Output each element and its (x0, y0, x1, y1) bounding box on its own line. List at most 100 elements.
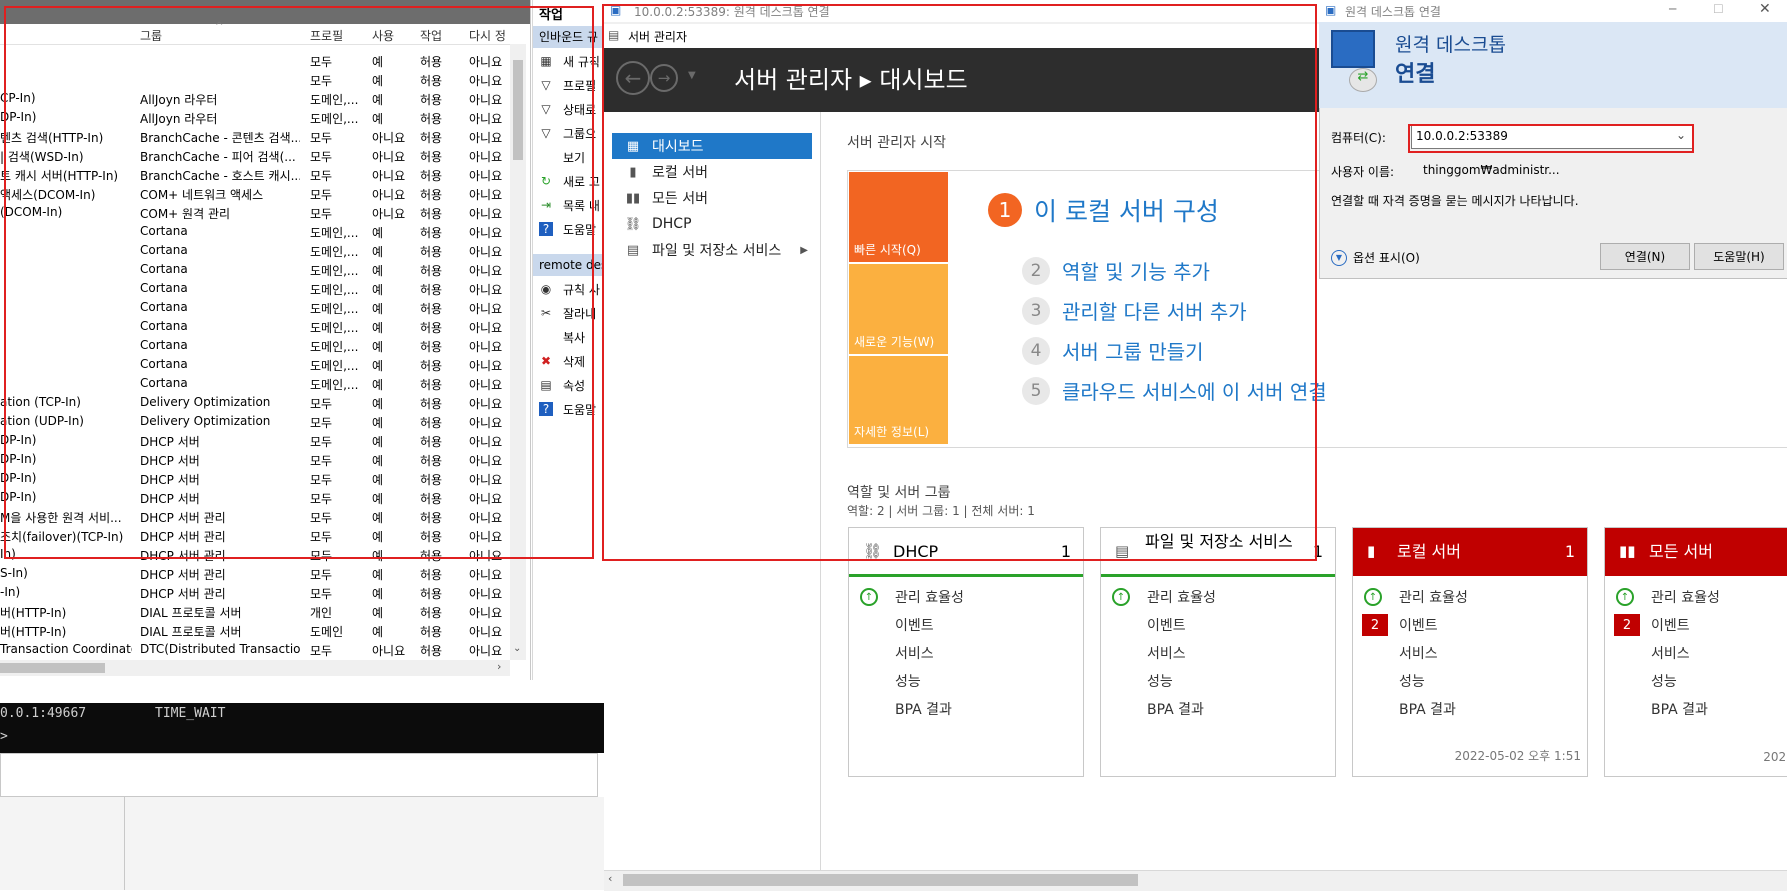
tile-row-item[interactable]: 성능 (1101, 668, 1335, 694)
action-item[interactable]: ? 도움말 (539, 398, 596, 420)
table-row[interactable]: Transaction Coordinato... DTC(Distributed… (0, 640, 520, 659)
sidebar-item-dashboard[interactable]: ▦ 대시보드 (612, 133, 812, 159)
table-row[interactable]: 버(HTTP-In) DIAL 프로토콜 서버 도메인 예 허용 아니요 (0, 621, 520, 640)
action-item[interactable]: ⇥ 목록 내 (539, 194, 600, 216)
whats-new-tab[interactable]: 새로운 기능(W) (849, 264, 948, 354)
remote-desktop-title-bar[interactable]: ▣ 10.0.0.2:53389: 원격 데스크톱 연결 (604, 0, 1319, 22)
table-row[interactable]: M을 사용한 원격 서비... DHCP 서버 관리 모두 예 허용 아니요 (0, 507, 520, 526)
computer-combobox[interactable]: 10.0.0.2:53389 ⌄ (1411, 125, 1693, 149)
scroll-left-icon[interactable]: ‹ (608, 872, 612, 885)
table-row[interactable]: ation (UDP-In) Delivery Optimization 모두 예 허용… (0, 412, 520, 431)
tile-row-item[interactable]: ↑ 관리 효율성 (1605, 584, 1787, 610)
tile-row-item[interactable]: 성능 (1353, 668, 1587, 694)
server-manager-title-bar[interactable]: ▤ 서버 관리자 (604, 24, 1319, 48)
tile-row-item[interactable]: 이벤트 (1101, 612, 1335, 638)
scroll-down-icon[interactable]: ⌄ (513, 643, 521, 654)
table-row[interactable]: 트 캐시 서버(HTTP-In) BranchCache - 호스트 캐시... 모… (0, 165, 520, 184)
actions-section-inbound[interactable]: 인바운드 규 (533, 26, 605, 48)
minimize-icon[interactable]: ─ (1669, 2, 1676, 16)
tile-row-item[interactable]: 서비스 (1605, 640, 1787, 666)
table-row[interactable]: 모두 예 허용 아니요 (0, 70, 520, 89)
server-manager-scroll-thumb[interactable] (623, 874, 1138, 886)
back-arrow-icon[interactable]: ← (616, 61, 650, 95)
table-row[interactable]: | 검색(WSD-In) BranchCache - 피어 검색(... 모두 아니요… (0, 146, 520, 165)
action-item[interactable]: ▽ 상태로 (539, 98, 596, 120)
learn-more-tab[interactable]: 자세한 정보(L) (849, 356, 948, 444)
table-row[interactable]: 버(HTTP-In) DIAL 프로토콜 서버 개인 예 허용 아니요 (0, 602, 520, 621)
role-tile[interactable]: ▮ 로컬 서버 1 ↑ 관리 효율성 2 이벤트 서비스 성능 BPA 결과 2022-05-02 … (1352, 527, 1588, 777)
show-options-toggle[interactable]: ▼ 옵션 표시(O) (1331, 249, 1420, 266)
table-row[interactable]: S-In) DHCP 서버 관리 모두 예 허용 아니요 (0, 564, 520, 583)
sidebar-item-dhcp[interactable]: ⛓ DHCP (612, 211, 812, 237)
table-row[interactable]: DP-In) DHCP 서버 모두 예 허용 아니요 (0, 469, 520, 488)
role-tile[interactable]: ▮▮ 모든 서버 ↑ 관리 효율성 2 이벤트서비스성능 BPA 결과 2022-05-02 (1604, 527, 1787, 777)
table-row[interactable]: Cortana 도메인,... 예 허용 아니요 (0, 222, 520, 241)
table-row[interactable]: DP-In) AllJoyn 라우터 도메인,... 예 허용 아니요 (0, 108, 520, 127)
firewall-vertical-scroll-thumb[interactable] (513, 60, 523, 160)
actions-section-rule[interactable]: remote des (533, 254, 605, 276)
firewall-horizontal-scroll-thumb[interactable] (0, 663, 105, 673)
tile-header[interactable]: ▤ 파일 및 저장소 서비스 1 (1101, 528, 1335, 577)
table-row[interactable]: ation (TCP-In) Delivery Optimization 모두 예 허용… (0, 393, 520, 412)
task-link[interactable]: 4 서버 그룹 만들기 (1022, 336, 1204, 365)
tile-row-item[interactable]: 서비스 (1353, 640, 1587, 666)
task-link[interactable]: 3 관리할 다른 서버 추가 (1022, 296, 1247, 325)
sidebar-item-local-server[interactable]: ▮ 로컬 서버 (612, 159, 812, 185)
table-row[interactable]: 액세스(DCOM-In) COM+ 네트워크 액세스 모두 아니요 허용 아니요 (0, 184, 520, 203)
table-row[interactable]: Cortana 도메인,... 예 허용 아니요 (0, 317, 520, 336)
table-row[interactable]: 모두 예 허용 아니요 (0, 51, 520, 70)
configure-local-server-link[interactable]: 1 이 로컬 서버 구성 (988, 192, 1219, 228)
tile-row-item[interactable]: BPA 결과 (849, 696, 1083, 722)
table-row[interactable]: DP-In) DHCP 서버 모두 예 허용 아니요 (0, 450, 520, 469)
tile-row-item[interactable]: BPA 결과 (1353, 696, 1587, 722)
action-item[interactable]: 보기 (539, 146, 585, 168)
role-tile[interactable]: ⛓ DHCP 1 ↑ 관리 효율성 이벤트 서비스 성능 BPA 결과 (848, 527, 1084, 777)
table-row[interactable]: 텐츠 검색(HTTP-In) BranchCache - 콘텐츠 검색... 모두 아… (0, 127, 520, 146)
action-item[interactable]: ◉ 규칙 사 (539, 278, 600, 300)
table-row[interactable]: (DCOM-In) COM+ 원격 관리 모두 아니요 허용 아니요 (0, 203, 520, 222)
tile-row-item[interactable]: 서비스 (849, 640, 1083, 666)
sidebar-item-all-servers[interactable]: ▮▮ 모든 서버 (612, 185, 812, 211)
tile-row-item[interactable]: 이벤트 (849, 612, 1083, 638)
column-profile[interactable]: 프로필 (310, 27, 343, 44)
tile-row-item[interactable]: 2 이벤트 (1353, 612, 1587, 638)
rdp-dialog-title-bar[interactable]: ▣ 원격 데스크톱 연결 ─ ☐ ✕ (1319, 0, 1787, 22)
tile-row-item[interactable]: BPA 결과 (1605, 696, 1787, 722)
close-icon[interactable]: ✕ (1759, 1, 1771, 17)
table-row[interactable]: -In) DHCP 서버 관리 모두 예 허용 아니요 (0, 583, 520, 602)
column-action[interactable]: 작업 (420, 27, 442, 44)
table-row[interactable]: Cortana 도메인,... 예 허용 아니요 (0, 260, 520, 279)
table-row[interactable]: 조치(failover)(TCP-In) DHCP 서버 관리 모두 예 허용 아니요 (0, 526, 520, 545)
tile-header[interactable]: ⛓ DHCP 1 (849, 528, 1083, 577)
role-tile[interactable]: ▤ 파일 및 저장소 서비스 1 ↑ 관리 효율성 이벤트 서비스 성능 BPA 결과 (1100, 527, 1336, 777)
task-link[interactable]: 2 역할 및 기능 추가 (1022, 256, 1210, 285)
connect-button[interactable]: 연결(N) (1600, 243, 1690, 270)
tile-header[interactable]: ▮ 로컬 서버 1 (1353, 528, 1587, 576)
forward-arrow-icon[interactable]: → (650, 64, 678, 92)
tile-row-item[interactable]: BPA 결과 (1101, 696, 1335, 722)
table-row[interactable]: DP-In) DHCP 서버 모두 예 허용 아니요 (0, 431, 520, 450)
table-row[interactable]: Cortana 도메인,... 예 허용 아니요 (0, 241, 520, 260)
action-item[interactable]: ↻ 새로 고 (539, 170, 600, 192)
tile-row-item[interactable]: ↑ 관리 효율성 (1353, 584, 1587, 610)
table-row[interactable]: In) DHCP 서버 관리 모두 예 허용 아니요 (0, 545, 520, 564)
tile-row-item[interactable]: ↑ 관리 효율성 (1101, 584, 1335, 610)
maximize-icon[interactable]: ☐ (1713, 2, 1724, 16)
history-dropdown-icon[interactable]: ▼ (688, 70, 696, 81)
tile-row-item[interactable]: 성능 (849, 668, 1083, 694)
task-link[interactable]: 5 클라우드 서비스에 이 서버 연결 (1022, 376, 1327, 405)
tile-row-item[interactable]: 서비스 (1101, 640, 1335, 666)
action-item[interactable]: ▽ 프로필 (539, 74, 596, 96)
action-item[interactable]: ▦ 새 규칙 (539, 50, 600, 72)
table-row[interactable]: Cortana 도메인,... 예 허용 아니요 (0, 336, 520, 355)
action-item[interactable]: ▤ 속성 (539, 374, 585, 396)
column-override[interactable]: 다시 정 (469, 27, 506, 44)
chevron-down-icon[interactable]: ⌄ (1676, 128, 1686, 142)
action-item[interactable]: ✖ 삭제 (539, 350, 585, 372)
tile-header[interactable]: ▮▮ 모든 서버 (1605, 528, 1787, 576)
table-row[interactable]: DP-In) DHCP 서버 모두 예 허용 아니요 (0, 488, 520, 507)
column-enabled[interactable]: 사용 (372, 27, 394, 44)
action-item[interactable]: ? 도움말 (539, 218, 596, 240)
table-row[interactable]: Cortana 도메인,... 예 허용 아니요 (0, 355, 520, 374)
action-item[interactable]: ✂ 잘라내 (539, 302, 596, 324)
